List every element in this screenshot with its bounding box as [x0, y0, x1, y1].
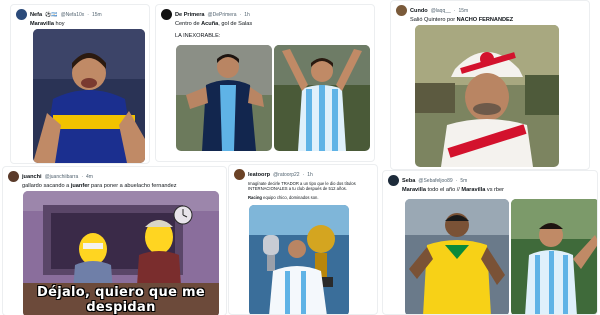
tweet-photo-argentina[interactable] [511, 199, 597, 314]
timestamp[interactable]: 1h [244, 12, 250, 18]
avatar[interactable] [8, 171, 19, 182]
author-handle[interactable]: @Nefa10x [61, 12, 85, 18]
tweet-card-4[interactable]: juanchi @juanchiibarra · 4m gallardo sac… [2, 166, 227, 315]
avatar[interactable] [16, 9, 27, 20]
tweet-photo-brazil[interactable] [405, 199, 509, 314]
tweet-card-2[interactable]: De Primera @DePrimera · 1h Centro de Acu… [155, 4, 375, 162]
tweet-text: Centro de Acuña, gol de Salas [175, 21, 253, 27]
author-name[interactable]: Seba [402, 178, 415, 184]
tweet-photo-trophies[interactable] [249, 205, 349, 314]
author-name[interactable]: Cundo [410, 8, 428, 14]
timestamp[interactable]: 15m [92, 12, 102, 18]
tweet-card-6[interactable]: Seba @Sebafeljoo89 · 5m Maravilla todo e… [382, 170, 598, 315]
tweet-card-1[interactable]: Nefa ⚽🇦🇷 @Nefa10x · 15m Maravilla hoy [10, 4, 150, 164]
tweet-text: gallardo sacando a juanfer para poner a … [22, 183, 177, 189]
tweet-photo-racing-left[interactable] [176, 45, 272, 151]
tweet-meme-simpsons[interactable]: Déjalo, quiero que me despidan [23, 191, 219, 315]
tweet-card-5[interactable]: leatoorp @ratoorp22 · 1h Imagínate decir… [228, 164, 378, 315]
tweet-photo-soldier-river[interactable] [415, 25, 559, 167]
timestamp[interactable]: 5m [460, 178, 467, 184]
tweet-text-line-3: Racing equipo chico, dominados son. [248, 194, 319, 200]
timestamp[interactable]: 4m [86, 174, 93, 180]
author-handle[interactable]: @laqq__ [431, 8, 451, 14]
author-handle[interactable]: @DePrimera [208, 12, 237, 18]
avatar[interactable] [388, 175, 399, 186]
tweet-text-line-2: INTERNACIONALES a tu club después de 512… [248, 186, 347, 192]
tweet-photo-player-boca[interactable] [33, 29, 145, 163]
author-handle[interactable]: @juanchiibarra [45, 174, 79, 180]
avatar[interactable] [234, 169, 245, 180]
tweet-photo-racing-right[interactable] [274, 45, 370, 151]
meme-caption: Déjalo, quiero que me despidan [37, 285, 205, 315]
timestamp[interactable]: 1h [307, 172, 313, 178]
author-handle[interactable]: @ratoorp22 [273, 172, 299, 178]
avatar[interactable] [396, 5, 407, 16]
avatar[interactable] [161, 9, 172, 20]
tweet-text: Maravilla hoy [30, 21, 65, 27]
author-name[interactable]: De Primera [175, 12, 205, 18]
timestamp[interactable]: 15m [458, 8, 468, 14]
author-name[interactable]: Nefa [30, 12, 42, 18]
tweet-card-3[interactable]: Cundo @laqq__ · 15m Salió Quintero por N… [390, 0, 590, 170]
author-name[interactable]: juanchi [22, 174, 42, 180]
author-badges: ⚽🇦🇷 [45, 11, 58, 18]
author-handle[interactable]: @Sebafeljoo89 [418, 178, 452, 184]
tweet-text: Maravilla todo el año // Maravilla vs rb… [402, 187, 505, 193]
author-name[interactable]: leatoorp [248, 172, 270, 178]
tweet-text: Salió Quintero por NACHO FERNÁNDEZ [410, 17, 514, 23]
tweet-text-line-2: LA INEXORABLE: [175, 33, 221, 39]
